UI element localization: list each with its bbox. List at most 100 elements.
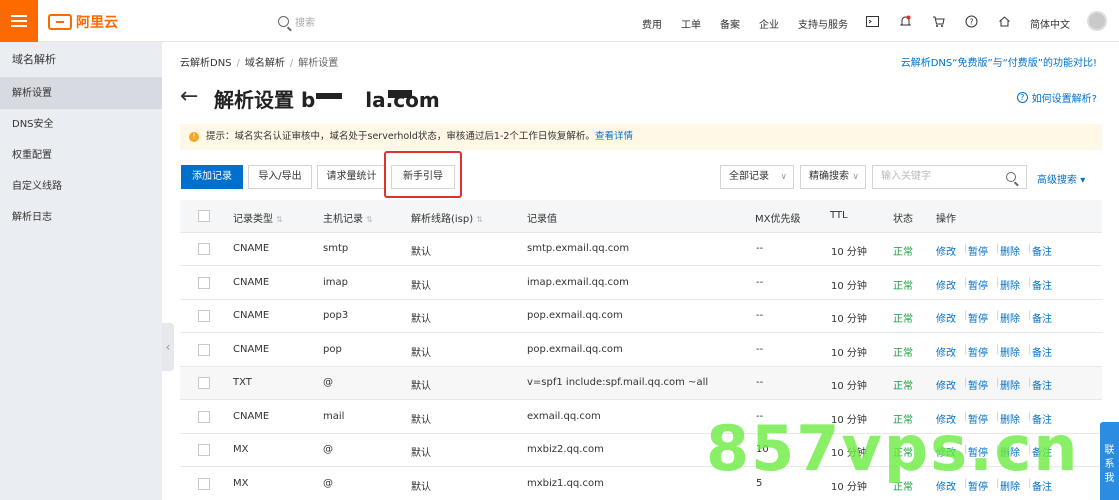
- record-filter-select[interactable]: 全部记录 ∨: [720, 165, 794, 189]
- delete-link[interactable]: 删除: [1000, 310, 1020, 325]
- pause-link[interactable]: 暂停: [968, 344, 988, 359]
- select-all-checkbox[interactable]: [198, 210, 210, 222]
- notice-details-link[interactable]: 查看详情: [595, 131, 633, 142]
- cell-value: exmail.qq.com: [527, 410, 601, 422]
- request-stats-button[interactable]: 请求量统计: [317, 165, 386, 189]
- header-type[interactable]: 记录类型 ⇅: [233, 210, 283, 225]
- pause-link[interactable]: 暂停: [968, 310, 988, 325]
- header-actions: 操作: [936, 214, 956, 225]
- action-divider: |: [1028, 243, 1032, 254]
- cell-type: CNAME: [233, 410, 270, 422]
- edit-link[interactable]: 修改: [936, 377, 956, 392]
- top-search-placeholder: 搜索: [295, 18, 315, 29]
- table-row: CNAME smtp 默认 smtp.exmail.qq.com -- 10 分钟 正常 修改…: [180, 233, 1102, 266]
- row-checkbox[interactable]: [198, 444, 210, 456]
- top-search[interactable]: 搜索: [278, 14, 315, 29]
- edit-link[interactable]: 修改: [936, 243, 956, 258]
- note-link[interactable]: 备注: [1032, 377, 1052, 392]
- delete-link[interactable]: 删除: [1000, 344, 1020, 359]
- svg-text:?: ?: [969, 18, 973, 27]
- pause-link[interactable]: 暂停: [968, 243, 988, 258]
- pause-link[interactable]: 暂停: [968, 377, 988, 392]
- breadcrumb-dns[interactable]: 云解析DNS: [180, 58, 232, 69]
- bell-icon[interactable]: [899, 15, 912, 28]
- redaction-mask: [316, 93, 342, 99]
- delete-link[interactable]: 删除: [1000, 377, 1020, 392]
- breadcrumb-domain[interactable]: 域名解析: [245, 58, 285, 69]
- table-row: TXT @ 默认 v=spf1 include:spf.mail.qq.com ~al…: [180, 367, 1102, 400]
- cell-ttl: 10 分钟: [831, 381, 867, 392]
- edit-link[interactable]: 修改: [936, 277, 956, 292]
- add-record-button[interactable]: 添加记录: [181, 165, 243, 189]
- sidebar-item-dns-security[interactable]: DNS安全: [0, 109, 162, 140]
- action-divider: |: [964, 276, 968, 288]
- header-line[interactable]: 解析线路(isp) ⇅: [411, 210, 483, 225]
- table-header: 记录类型 ⇅ 主机记录 ⇅ 解析线路(isp) ⇅ 记录值 MX优先级 TTL 状态 …: [180, 200, 1102, 233]
- cell-line: 默认: [411, 414, 431, 426]
- edit-link[interactable]: 修改: [936, 310, 956, 325]
- nav-link-ticket[interactable]: 工单: [681, 16, 701, 31]
- note-link[interactable]: 备注: [1032, 243, 1052, 258]
- cell-mx: --: [756, 243, 764, 254]
- delete-link[interactable]: 删除: [1000, 243, 1020, 258]
- sidebar-item-log[interactable]: 解析日志: [0, 202, 162, 233]
- menu-icon[interactable]: [0, 0, 38, 42]
- cell-status: 正常: [893, 314, 913, 325]
- action-divider: |: [1028, 276, 1032, 288]
- cell-type: CNAME: [233, 276, 270, 288]
- avatar[interactable]: [1087, 11, 1107, 31]
- delete-link[interactable]: 删除: [1000, 277, 1020, 292]
- cell-line: 默认: [411, 314, 431, 325]
- cart-icon[interactable]: [932, 15, 945, 28]
- nav-link-billing[interactable]: 费用: [642, 16, 662, 31]
- help-icon[interactable]: ?: [965, 15, 978, 28]
- pause-link[interactable]: 暂停: [968, 277, 988, 292]
- sidebar-item-custom-line[interactable]: 自定义线路: [0, 171, 162, 202]
- note-link[interactable]: 备注: [1032, 277, 1052, 292]
- row-checkbox[interactable]: [198, 377, 210, 389]
- row-checkbox[interactable]: [198, 343, 210, 356]
- sidebar-item-weight[interactable]: 权重配置: [0, 140, 162, 171]
- note-link[interactable]: 备注: [1032, 310, 1052, 325]
- language-switch[interactable]: 简体中文: [1030, 16, 1070, 31]
- action-divider: |: [1028, 310, 1032, 321]
- search-mode-select[interactable]: 精确搜索 ∨: [800, 165, 866, 189]
- warning-icon: !: [189, 132, 199, 142]
- note-link[interactable]: 备注: [1032, 344, 1052, 359]
- nav-link-icp[interactable]: 备案: [720, 16, 740, 31]
- nav-link-support[interactable]: 支持与服务: [798, 16, 848, 31]
- nav-link-enterprise[interactable]: 企业: [759, 16, 779, 31]
- row-checkbox[interactable]: [198, 310, 210, 322]
- cell-host: pop: [323, 343, 342, 355]
- compare-versions-link[interactable]: 云解析DNS“免费版”与“付费版”的功能对比!: [901, 54, 1097, 69]
- header-status: 状态: [893, 214, 913, 225]
- row-checkbox[interactable]: [198, 477, 210, 490]
- keyword-placeholder: 输入关键字: [881, 171, 931, 182]
- action-divider: |: [964, 377, 968, 388]
- table-row: CNAME imap 默认 imap.exmail.qq.com -- 10 分钟 正常 修改…: [180, 266, 1102, 300]
- back-arrow-icon[interactable]: ←: [180, 84, 198, 109]
- contact-side-tab[interactable]: 联系我: [1100, 422, 1119, 500]
- page-title-prefix: 解析设置 b: [214, 88, 316, 112]
- breadcrumb: 云解析DNS / 域名解析 / 解析设置: [180, 58, 339, 69]
- row-checkbox[interactable]: [198, 243, 210, 255]
- terminal-icon[interactable]: [866, 15, 879, 28]
- row-checkbox[interactable]: [198, 276, 210, 289]
- cell-host: pop3: [323, 310, 349, 321]
- search-icon[interactable]: [1006, 172, 1016, 182]
- keyword-input[interactable]: 输入关键字: [872, 165, 1027, 189]
- cell-status: 正常: [893, 381, 913, 392]
- help-link[interactable]: ? 如何设置解析?: [1016, 90, 1097, 105]
- import-export-button[interactable]: 导入/导出: [248, 165, 312, 189]
- brand-logo[interactable]: 阿里云: [48, 12, 118, 32]
- row-checkbox[interactable]: [198, 410, 210, 423]
- cell-mx: --: [756, 343, 764, 355]
- highlight-box: [384, 151, 462, 198]
- edit-link[interactable]: 修改: [936, 344, 956, 359]
- header-host[interactable]: 主机记录 ⇅: [323, 210, 373, 225]
- sidebar-collapse-handle[interactable]: ‹: [162, 323, 174, 371]
- home-icon[interactable]: [998, 15, 1011, 28]
- advanced-search-link[interactable]: 高级搜索 ▾: [1037, 171, 1085, 186]
- advanced-search-label: 高级搜索: [1037, 175, 1077, 186]
- sidebar-item-settings[interactable]: 解析设置: [0, 78, 162, 109]
